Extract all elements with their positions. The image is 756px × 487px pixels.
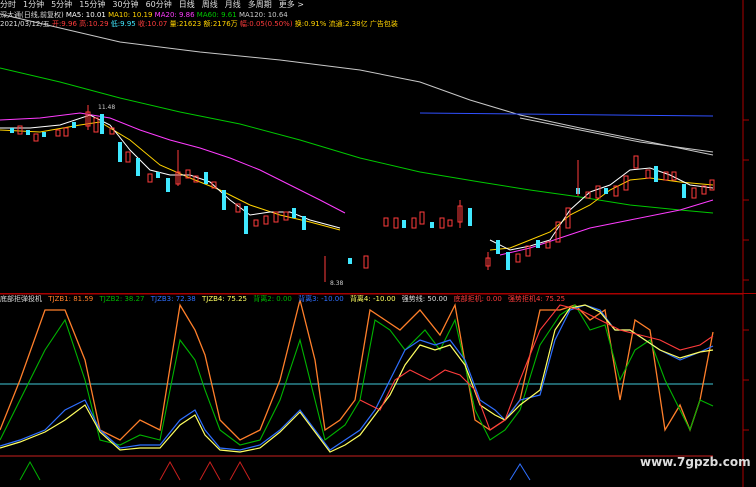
candle <box>383 217 389 227</box>
candle <box>63 127 69 137</box>
b3-value: 背离3: -10.00 <box>298 295 344 303</box>
ma-blue-line <box>419 112 714 117</box>
b4-value: 背离4: -10.00 <box>349 295 396 303</box>
bottom-marker <box>19 460 41 481</box>
candle <box>17 125 23 135</box>
candle <box>244 206 248 234</box>
bottom-value: 底部拒机: 0.00 <box>453 295 502 303</box>
candle <box>348 258 352 264</box>
high-price-label: 11.48 <box>98 104 116 111</box>
candle <box>136 158 140 176</box>
candle <box>55 129 61 137</box>
candle <box>253 219 259 227</box>
tjzb1-value: TJZB1: 81.59 <box>48 295 94 303</box>
candle <box>10 128 14 133</box>
candle <box>525 245 531 257</box>
candle <box>447 219 453 227</box>
tjzb3-value: TJZB3: 72.38 <box>150 295 196 303</box>
candle <box>363 255 369 269</box>
candle <box>156 172 160 178</box>
ma5-line-b <box>489 167 714 251</box>
candle <box>682 184 686 198</box>
tjzb3-line <box>0 304 714 451</box>
b2-value: 背离2: 0.00 <box>253 295 292 303</box>
indicator-name[interactable]: 底部拒弹投机 <box>0 295 42 303</box>
tjzb1-line <box>0 299 714 441</box>
candle <box>411 217 417 229</box>
ma10-line <box>0 121 341 231</box>
tjzb4-value: TJZB4: 75.25 <box>201 295 247 303</box>
candle <box>204 172 208 184</box>
candle <box>72 122 76 128</box>
ma5-line <box>0 114 341 229</box>
candle <box>468 208 472 226</box>
watermark: www.7gpzb.com <box>640 455 751 469</box>
candle <box>496 240 500 254</box>
candle <box>302 216 306 230</box>
candle <box>691 187 697 199</box>
candle <box>402 220 406 228</box>
strong-value: 强势线: 50.00 <box>401 295 448 303</box>
candle <box>393 217 399 229</box>
ma120-line <box>0 13 714 156</box>
candle <box>263 215 269 225</box>
candle <box>536 240 540 248</box>
ma20-line-b <box>499 199 714 256</box>
candle <box>125 151 131 163</box>
candle <box>166 178 170 192</box>
candle <box>654 166 658 182</box>
candle <box>100 114 104 134</box>
strongjump-value: 强势拒机4: 75.25 <box>508 295 566 303</box>
candle <box>633 155 639 169</box>
candle <box>439 217 445 229</box>
tjzb2-value: TJZB2: 38.27 <box>99 295 145 303</box>
indicator-info-line: 底部拒弹投机 TJZB1: 81.59 TJZB2: 38.27 TJZB3: … <box>0 294 569 304</box>
bottom-marker <box>509 463 531 481</box>
candle <box>645 169 651 179</box>
bottom-marker <box>199 460 221 481</box>
low-price-label: 8.38 <box>330 280 344 287</box>
candle <box>595 185 601 199</box>
candle <box>33 133 39 142</box>
candle <box>430 222 434 228</box>
candle <box>26 130 30 135</box>
candle <box>118 142 122 162</box>
candle <box>222 190 226 210</box>
candle <box>604 188 608 194</box>
candle <box>93 117 99 133</box>
candle <box>506 252 510 270</box>
bottom-marker <box>229 460 251 481</box>
chart-canvas[interactable] <box>0 0 756 487</box>
bottom-marker <box>159 460 181 481</box>
tjzb2-line <box>0 304 714 446</box>
candle <box>419 211 425 225</box>
candle <box>42 132 46 137</box>
candle <box>147 173 153 183</box>
ma20-line <box>0 112 346 214</box>
candle <box>292 208 296 218</box>
candle <box>515 253 521 263</box>
